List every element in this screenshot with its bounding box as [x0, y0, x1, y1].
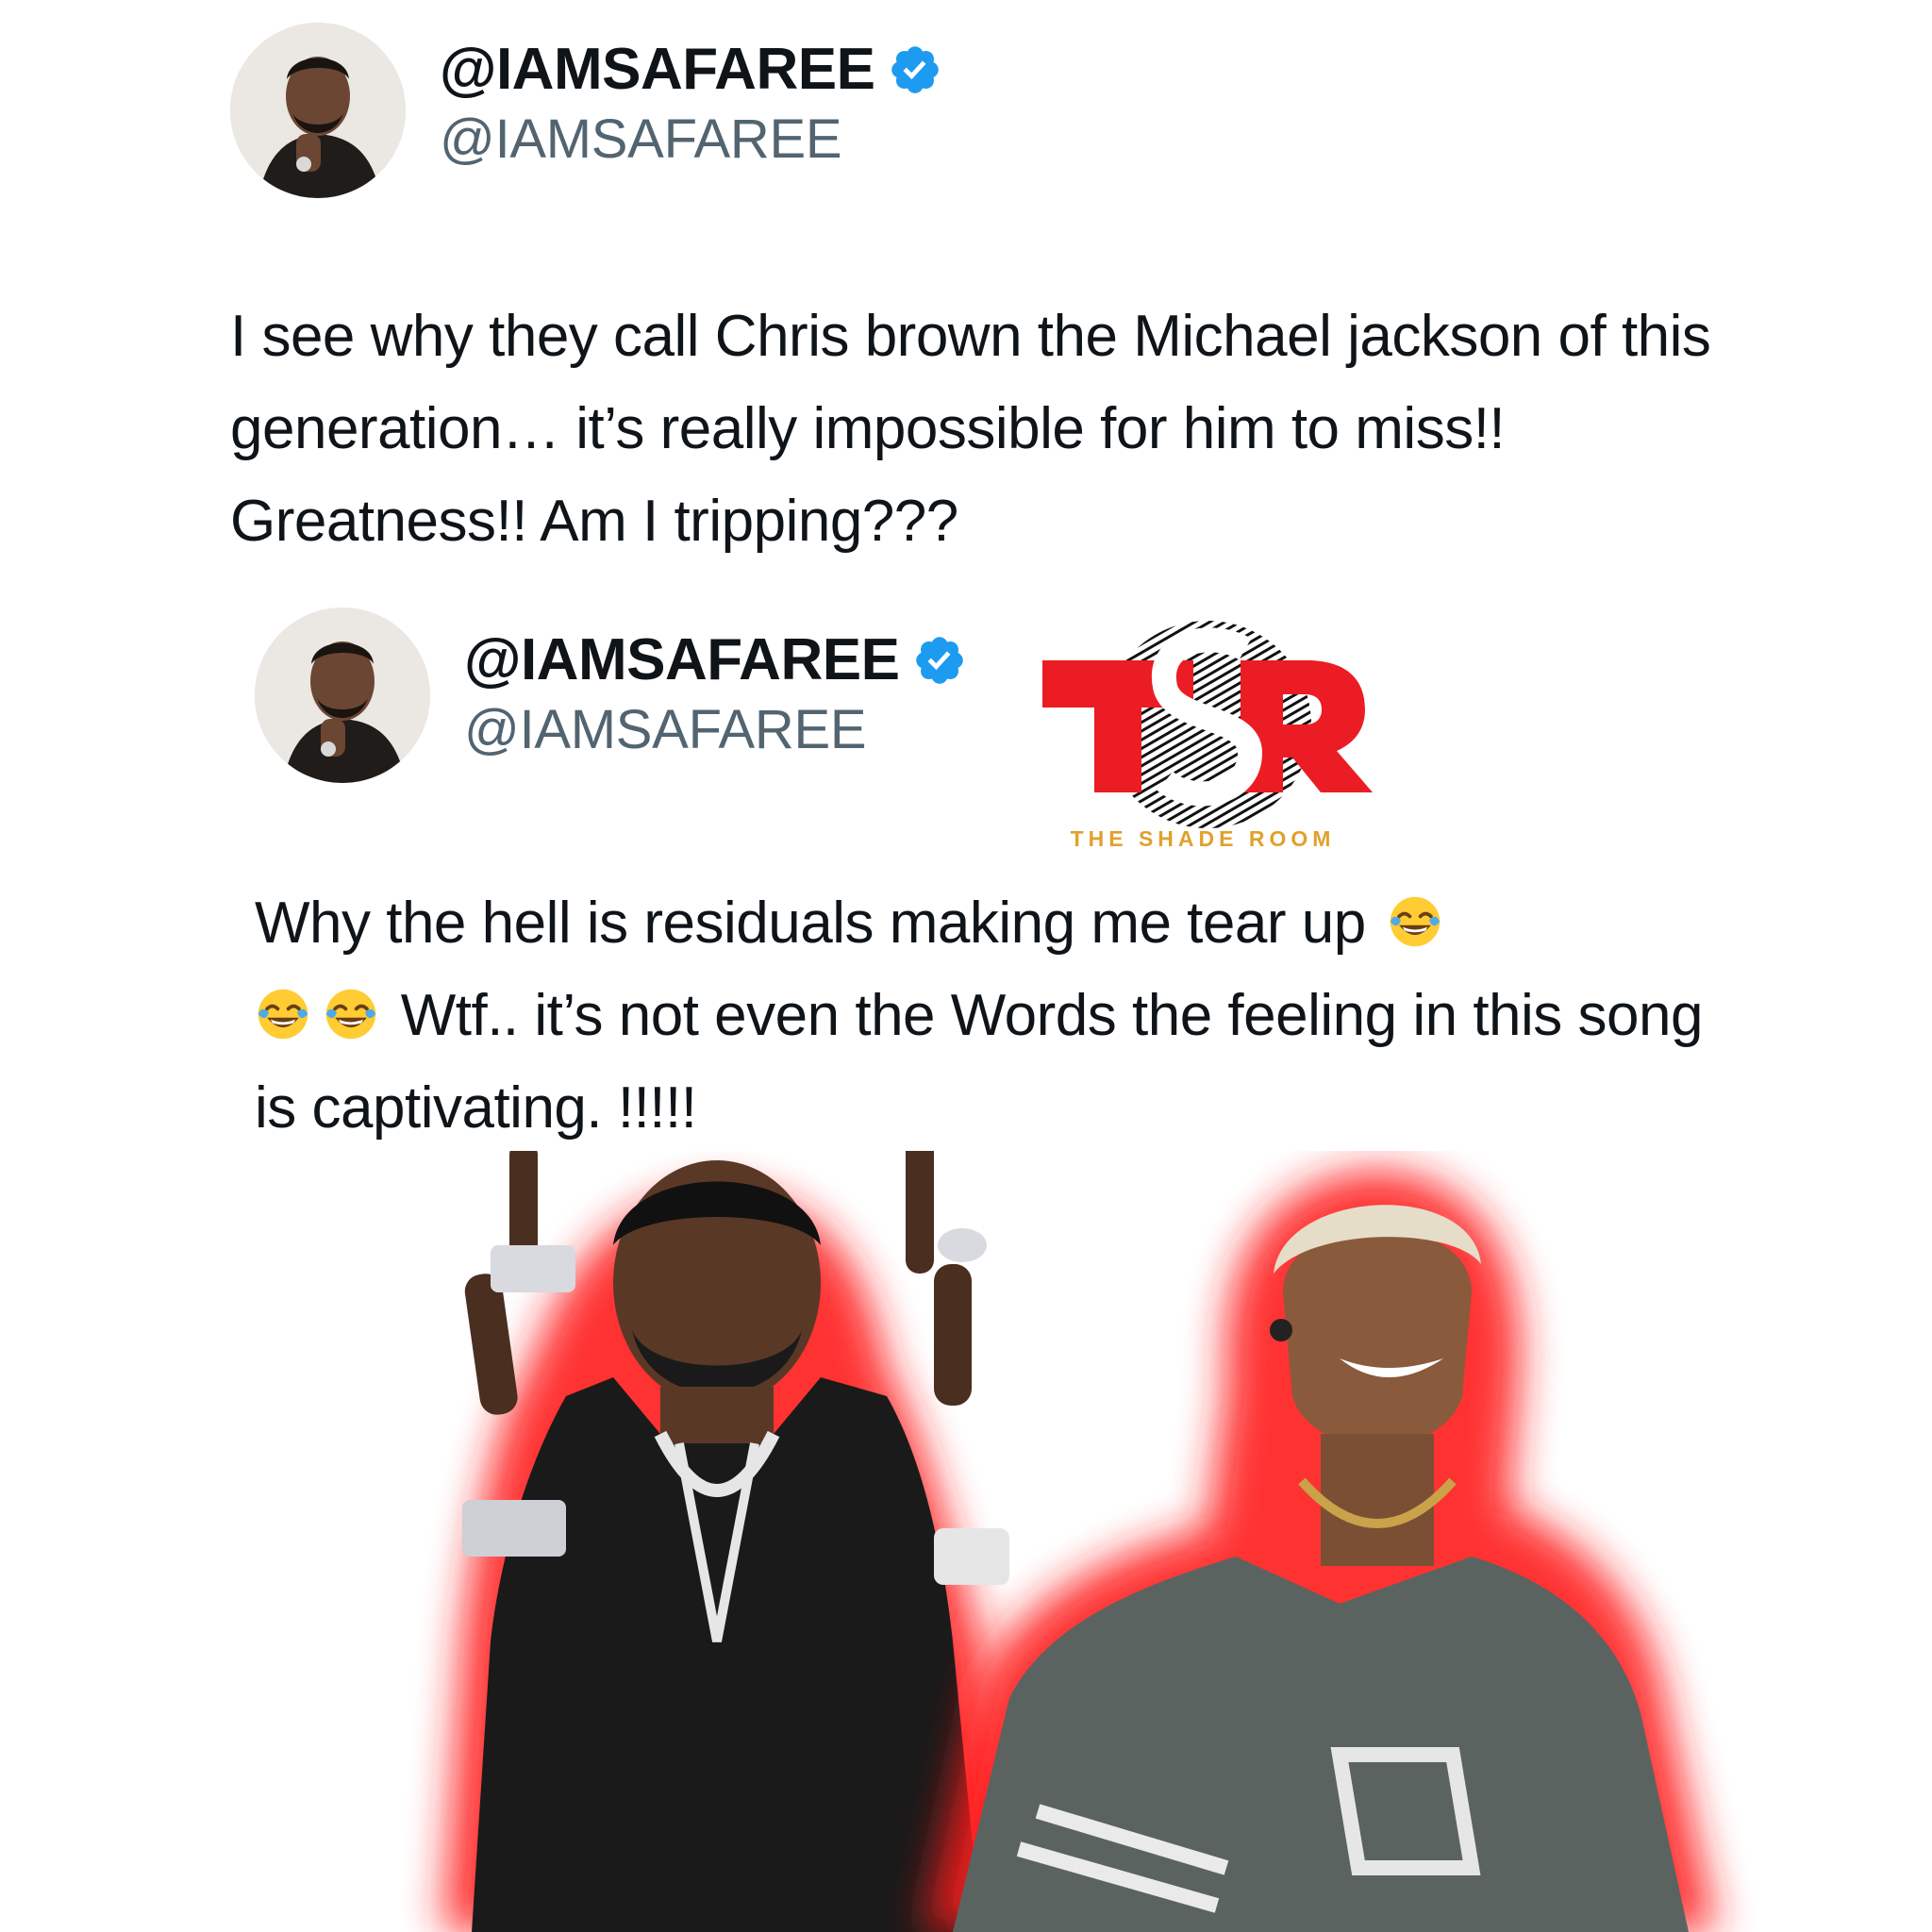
tears-of-joy-emoji-icon	[325, 989, 376, 1040]
display-name[interactable]: @IAMSAFAREE	[440, 36, 942, 103]
tears-of-joy-emoji-icon	[258, 989, 308, 1040]
left-person-photo	[443, 1151, 1019, 1932]
avatar[interactable]	[230, 23, 406, 198]
tweet-card-1: @IAMSAFAREE @IAMSAFAREE I see why they c…	[0, 0, 1932, 566]
the-shade-room-caption: THE SHADE ROOM	[1070, 826, 1336, 851]
avatar[interactable]	[255, 608, 430, 783]
tweet-text-part-1: Why the hell is residuals making me tear…	[255, 891, 1366, 956]
handle[interactable]: @IAMSAFAREE	[440, 108, 842, 171]
display-name[interactable]: @IAMSAFAREE	[464, 626, 967, 693]
tweet-text: Why the hell is residuals making me tear…	[255, 877, 1745, 1155]
right-person-photo	[924, 1170, 1717, 1932]
avatar-image	[230, 23, 406, 198]
tweet-text: I see why they call Chris brown the Mich…	[230, 304, 1711, 554]
tweet-card-2: @IAMSAFAREE @IAMSAFAREE Why the hell is …	[0, 594, 1932, 1160]
handle[interactable]: @IAMSAFAREE	[464, 698, 867, 761]
display-name-text: @IAMSAFAREE	[440, 37, 875, 102]
verified-badge-icon	[891, 45, 940, 93]
tweet-text-part-2: Wtf.. it’s not even the Words the feelin…	[255, 983, 1703, 1141]
celebrity-photo-collage	[443, 1151, 1717, 1932]
tears-of-joy-emoji-icon	[1391, 896, 1441, 947]
the-shade-room-logo	[1042, 621, 1373, 828]
avatar-image	[255, 608, 430, 783]
verified-badge-icon	[916, 636, 964, 684]
display-name-text: @IAMSAFAREE	[464, 627, 900, 692]
